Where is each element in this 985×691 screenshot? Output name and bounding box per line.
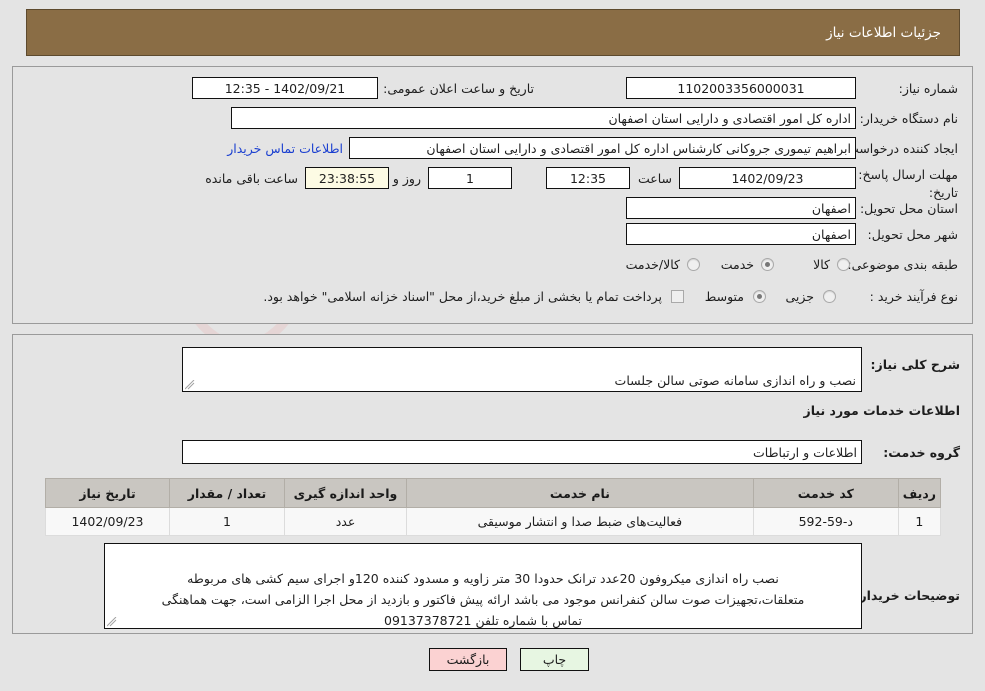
province-value: اصفهان [626,197,856,219]
public-announce-label: تاریخ و ساعت اعلان عمومی: [383,81,534,96]
table-col-quantity: تعداد / مقدار [169,478,285,508]
services-section-title: اطلاعات خدمات مورد نیاز [803,403,961,418]
table-row[interactable]: 1 د-59-592 فعالیت‌های ضبط صدا و انتشار م… [45,507,942,536]
countdown-value: 23:38:55 [305,167,389,189]
need-info-panel: شماره نیاز: 1102003356000031 تاریخ و ساع… [12,66,973,324]
category-radio-1[interactable] [761,258,774,271]
treasury-checkbox[interactable] [671,290,684,303]
back-button[interactable]: بازگشت [429,648,507,671]
resize-grip-icon [185,380,195,390]
buyer-org-label: نام دستگاه خریدار: [859,111,958,126]
public-announce-value: 1402/09/21 - 12:35 [192,77,378,99]
buyer-notes-value: نصب راه اندازی میکروفون 20عدد ترانک حدود… [161,571,805,628]
cell-quantity: 1 [169,507,285,536]
deadline-time-value: 12:35 [546,167,630,189]
table-col-unit: واحد اندازه گیری [284,478,407,508]
page-root: ArnaTender.net جزئیات اطلاعات نیاز شماره… [0,0,985,691]
general-desc-textarea[interactable]: نصب و راه اندازی سامانه صوتی سالن جلسات [182,347,862,392]
cell-date: 1402/09/23 [45,507,170,536]
process-radio-0[interactable] [823,290,836,303]
category-option-label-2: کالا/خدمت [625,257,680,272]
remaining-word-label: ساعت باقی مانده [205,171,298,186]
table-header-row: ردیف کد خدمت نام خدمت واحد اندازه گیری ت… [45,478,942,508]
category-option-label-0: کالا [813,257,830,272]
process-option-label-1: متوسط [704,289,744,304]
table-col-name: نام خدمت [406,478,754,508]
process-label: نوع فرآیند خرید : [869,289,958,304]
cell-unit: عدد [284,507,407,536]
page-header: جزئیات اطلاعات نیاز [26,9,960,56]
deadline-label-line1: مهلت ارسال پاسخ: تا [847,167,958,182]
category-option-label-1: خدمت [720,257,754,272]
process-radio-1[interactable] [753,290,766,303]
need-number-label: شماره نیاز: [898,81,958,96]
cell-code: د-59-592 [752,507,899,536]
city-label: شهر محل تحویل: [867,227,958,242]
resize-grip-icon [107,617,117,627]
print-button[interactable]: چاپ [520,648,589,671]
services-table: ردیف کد خدمت نام خدمت واحد اندازه گیری ت… [45,478,942,536]
category-radio-2[interactable] [687,258,700,271]
buyer-notes-textarea[interactable]: نصب راه اندازی میکروفون 20عدد ترانک حدود… [104,543,862,629]
creator-label: ایجاد کننده درخواست: [842,141,958,156]
deadline-label-line2: تاریخ: [928,185,958,200]
service-group-value: اطلاعات و ارتباطات [182,440,862,464]
city-value: اصفهان [626,223,856,245]
treasury-checkbox-label: پرداخت تمام یا بخشی از مبلغ خرید،از محل … [263,289,662,304]
creator-value: ابراهیم تیموری جروکانی کارشناس اداره کل … [349,137,856,159]
buyer-contact-link[interactable]: اطلاعات تماس خریدار [227,141,343,156]
deadline-date-value: 1402/09/23 [679,167,856,189]
table-col-index: ردیف [897,478,942,508]
cell-index: 1 [897,507,942,536]
general-desc-label: شرح کلی نیاز: [870,357,960,372]
need-number-value: 1102003356000031 [626,77,856,99]
buyer-notes-label: توضیحات خریدار: [854,588,960,603]
table-col-date: تاریخ نیاز [45,478,170,508]
page-title: جزئیات اطلاعات نیاز [826,24,941,41]
category-label: طبقه بندی موضوعی: [847,257,958,272]
process-option-label-0: جزیی [785,289,814,304]
category-radio-0[interactable] [837,258,850,271]
service-group-label: گروه خدمت: [883,445,960,460]
hour-label: ساعت [637,171,672,186]
cell-name: فعالیت‌های ضبط صدا و انتشار موسیقی [406,507,754,536]
province-label: استان محل تحویل: [859,201,958,216]
table-col-code: کد خدمت [752,478,899,508]
days-word-label: روز و [392,171,421,186]
days-left-value: 1 [428,167,512,189]
general-desc-value: نصب و راه اندازی سامانه صوتی سالن جلسات [614,373,856,388]
buyer-org-value: اداره کل امور اقتصادی و دارایی استان اصف… [231,107,856,129]
